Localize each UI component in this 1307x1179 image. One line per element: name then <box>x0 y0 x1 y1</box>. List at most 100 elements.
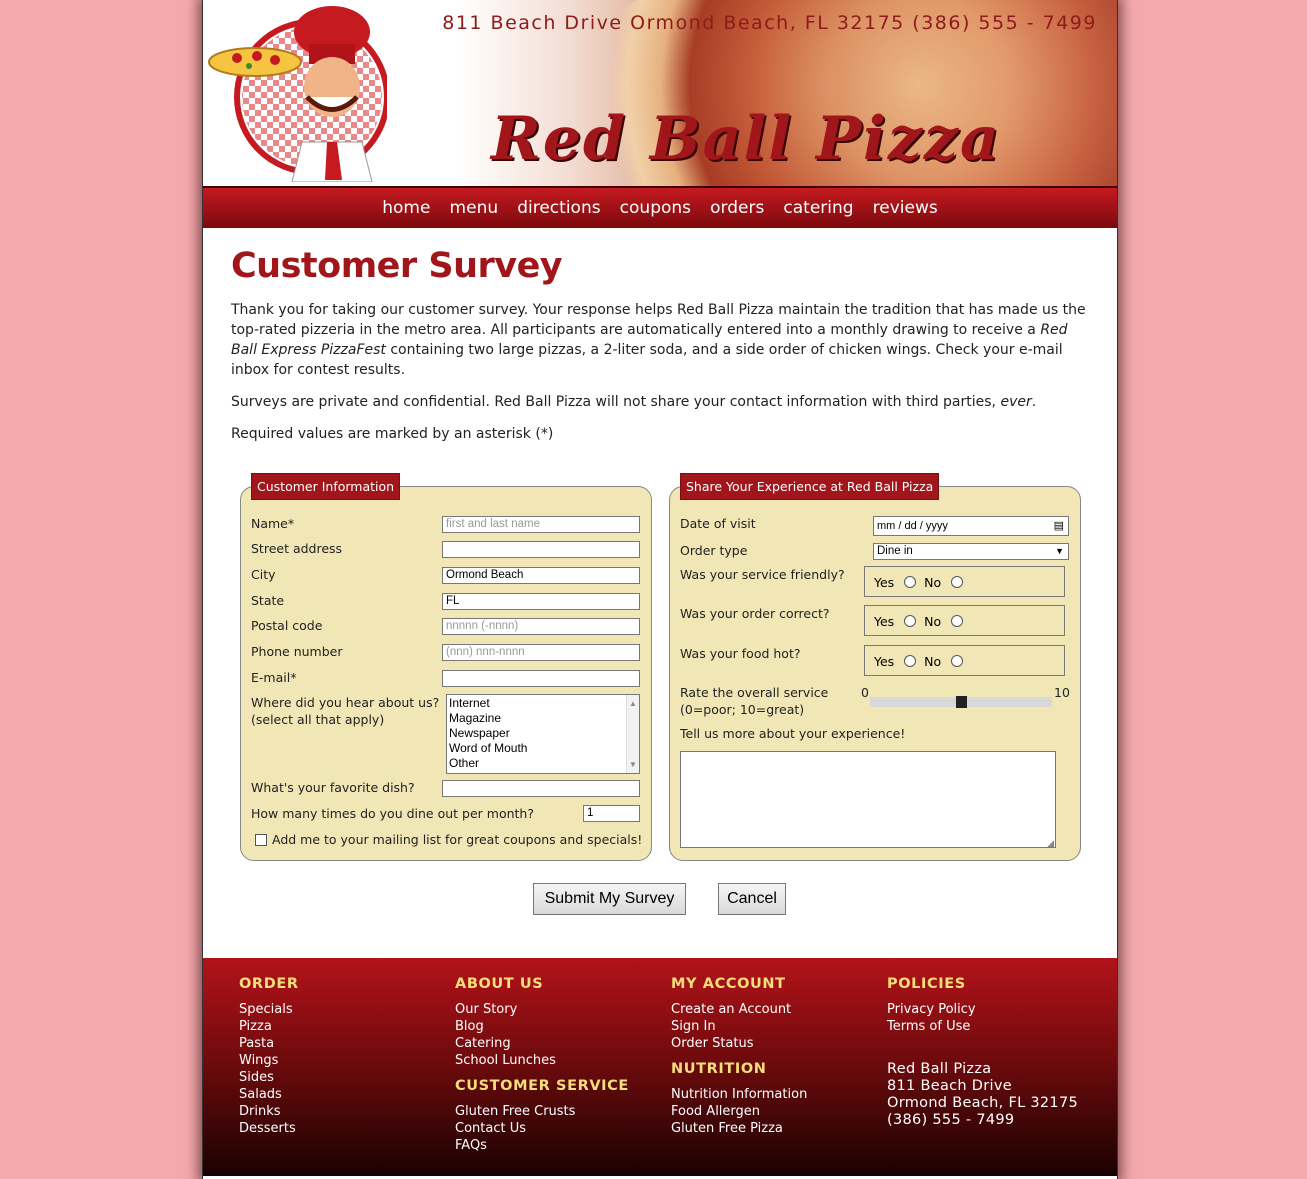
rate-label: Rate the overall service (0=poor; 10=gre… <box>680 685 829 717</box>
rating-slider[interactable] <box>870 696 1052 708</box>
hot-no-label: No <box>924 654 942 669</box>
hear-option-internet[interactable]: Internet <box>449 696 637 711</box>
friendly-yes-radio[interactable] <box>904 576 917 588</box>
hear-option-newspaper[interactable]: Newspaper <box>449 726 637 741</box>
hear-about-listbox[interactable]: Internet Magazine Newspaper Word of Mout… <box>446 694 640 774</box>
hot-yes-radio[interactable] <box>904 655 917 667</box>
footer-link-salads[interactable]: Salads <box>239 1086 299 1103</box>
footer-link-gluten-free-pizza[interactable]: Gluten Free Pizza <box>671 1120 807 1137</box>
nav-directions[interactable]: directions <box>517 188 600 228</box>
footer-nutrition-heading: NUTRITION <box>671 1061 767 1077</box>
footer-link-specials[interactable]: Specials <box>239 1001 299 1018</box>
street-input[interactable] <box>442 541 640 558</box>
hot-no-radio[interactable] <box>951 655 964 667</box>
footer-link-nutrition-information[interactable]: Nutrition Information <box>671 1086 807 1103</box>
site-header: 811 Beach Drive Ormond Beach, FL 32175 (… <box>203 0 1117 188</box>
correct-radio-group: Yes No <box>864 605 1065 636</box>
privacy-paragraph: Surveys are private and confidential. Re… <box>231 394 1037 410</box>
footer-link-pasta[interactable]: Pasta <box>239 1035 299 1052</box>
hot-yes-label: Yes <box>874 654 895 669</box>
rate-min-label: 0 <box>861 685 869 700</box>
footer-link-our-story[interactable]: Our Story <box>455 1001 629 1018</box>
footer-link-catering[interactable]: Catering <box>455 1035 629 1052</box>
resize-handle-icon[interactable]: ◢ <box>1047 839 1054 849</box>
footer-link-drinks[interactable]: Drinks <box>239 1103 299 1120</box>
footer-link-gluten-free-crusts[interactable]: Gluten Free Crusts <box>455 1103 629 1120</box>
nav-home[interactable]: home <box>382 188 430 228</box>
footer-policies-column: POLICIES Privacy Policy Terms of Use Red… <box>887 976 1078 1129</box>
submit-button[interactable]: Submit My Survey <box>533 883 686 915</box>
city-input[interactable]: Ormond Beach <box>442 567 640 584</box>
footer-address: Red Ball Pizza 811 Beach Drive Ormond Be… <box>887 1061 1079 1128</box>
correct-no-radio[interactable] <box>951 615 964 627</box>
email-input[interactable] <box>442 670 640 687</box>
listbox-scrollbar[interactable]: ▲ ▼ <box>626 695 639 773</box>
experience-textarea[interactable]: ◢ <box>680 751 1056 849</box>
nav-catering[interactable]: catering <box>783 188 853 228</box>
postal-input[interactable]: nnnnn (-nnnn) <box>442 618 640 635</box>
nav-coupons[interactable]: coupons <box>620 188 691 228</box>
friendly-radio-group: Yes No <box>864 566 1065 597</box>
correct-yes-radio[interactable] <box>904 615 917 627</box>
logo-wordmark: Red Ball Pizza <box>491 104 1001 174</box>
customer-info-fieldset: Customer Information Name* first and las… <box>240 473 652 861</box>
footer-link-sign-in[interactable]: Sign In <box>671 1018 807 1035</box>
hear-option-word-of-mouth[interactable]: Word of Mouth <box>449 741 637 756</box>
footer-link-order-status[interactable]: Order Status <box>671 1035 807 1052</box>
footer-link-terms-of-use[interactable]: Terms of Use <box>887 1018 1078 1035</box>
nav-reviews[interactable]: reviews <box>873 188 938 228</box>
rating-slider-thumb[interactable] <box>955 696 967 708</box>
footer-link-school-lunches[interactable]: School Lunches <box>455 1052 629 1069</box>
favorite-dish-input[interactable] <box>442 780 640 797</box>
footer-link-food-allergen[interactable]: Food Allergen <box>671 1103 807 1120</box>
footer-service-heading: CUSTOMER SERVICE <box>455 1078 629 1094</box>
scroll-up-icon: ▲ <box>629 699 637 708</box>
footer-link-faqs[interactable]: FAQs <box>455 1137 629 1154</box>
cancel-button[interactable]: Cancel <box>718 883 786 915</box>
footer-account-column: MY ACCOUNT Create an Account Sign In Ord… <box>671 976 807 1137</box>
footer-link-pizza[interactable]: Pizza <box>239 1018 299 1035</box>
dineout-input[interactable]: 1 <box>583 805 640 822</box>
footer-link-create-account[interactable]: Create an Account <box>671 1001 807 1018</box>
calendar-icon[interactable]: ▤ <box>1054 517 1064 535</box>
name-input[interactable]: first and last name <box>442 516 640 533</box>
state-label: State <box>251 593 285 608</box>
friendly-question: Was your service friendly? <box>680 567 845 582</box>
order-type-select[interactable]: Dine in ▼ <box>873 543 1069 560</box>
footer-policies-heading: POLICIES <box>887 976 966 992</box>
date-input[interactable]: mm / dd / yyyy ▤ <box>873 516 1069 536</box>
friendly-yes-label: Yes <box>874 575 895 590</box>
footer-link-sides[interactable]: Sides <box>239 1069 299 1086</box>
footer-link-blog[interactable]: Blog <box>455 1018 629 1035</box>
footer-link-privacy-policy[interactable]: Privacy Policy <box>887 1001 1078 1018</box>
friendly-no-label: No <box>924 575 942 590</box>
correct-no-label: No <box>924 614 942 629</box>
date-label: Date of visit <box>680 516 756 531</box>
hear-option-magazine[interactable]: Magazine <box>449 711 637 726</box>
nav-orders[interactable]: orders <box>710 188 764 228</box>
footer-link-desserts[interactable]: Desserts <box>239 1120 299 1137</box>
footer-link-wings[interactable]: Wings <box>239 1052 299 1069</box>
hot-radio-group: Yes No <box>864 645 1065 676</box>
footer-about-heading: ABOUT US <box>455 976 544 992</box>
phone-label: Phone number <box>251 644 343 659</box>
street-label: Street address <box>251 541 343 556</box>
footer-order-heading: ORDER <box>239 976 299 992</box>
customer-info-legend: Customer Information <box>251 473 401 500</box>
page-title: Customer Survey <box>231 246 563 286</box>
order-type-label: Order type <box>680 543 748 558</box>
mailing-list-label: Add me to your mailing list for great co… <box>272 832 643 847</box>
site-footer: ORDER Specials Pizza Pasta Wings Sides S… <box>203 958 1117 1176</box>
state-input[interactable]: FL <box>442 593 640 610</box>
mailing-list-checkbox[interactable] <box>255 834 267 846</box>
nav-menu[interactable]: menu <box>450 188 499 228</box>
footer-link-contact-us[interactable]: Contact Us <box>455 1120 629 1137</box>
main-content: Customer Survey Thank you for taking our… <box>231 228 1091 456</box>
chef-mascot-logo <box>208 6 387 182</box>
city-label: City <box>251 567 276 582</box>
hear-option-other[interactable]: Other <box>449 756 637 771</box>
hot-question: Was your food hot? <box>680 646 801 661</box>
friendly-no-radio[interactable] <box>951 576 964 588</box>
page: 811 Beach Drive Ormond Beach, FL 32175 (… <box>202 0 1118 1179</box>
phone-input[interactable]: (nnn) nnn-nnnn <box>442 644 640 661</box>
